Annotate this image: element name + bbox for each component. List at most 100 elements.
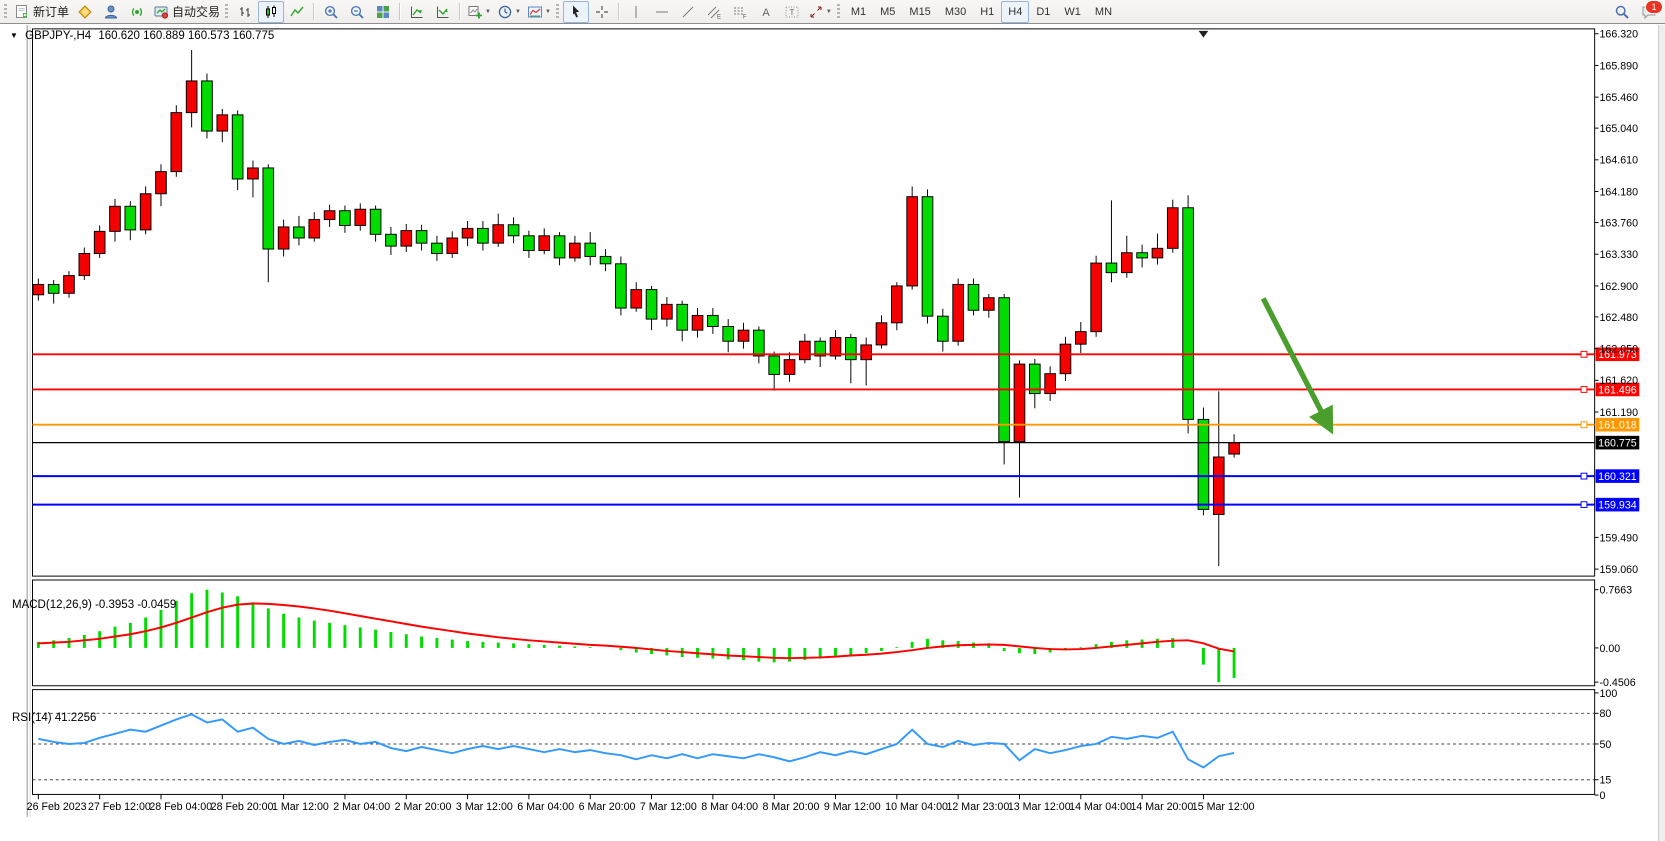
new-order-icon [14,4,30,20]
macd-axis-label: 0.7663 [1600,585,1633,597]
time-axis-label: 28 Feb 20:00 [211,801,274,813]
candle-body [800,341,811,359]
toolbar-grip[interactable] [837,4,840,20]
candle-body [983,298,994,311]
indicator-subwindow-button[interactable] [430,1,456,23]
candle-body [64,276,75,294]
candle-body [355,209,366,225]
candle-body [631,290,642,308]
candle-body [1106,263,1117,273]
last-bar-marker-icon [1199,31,1209,38]
annotation-arrow[interactable] [1263,298,1330,429]
hline-handle[interactable] [1581,387,1587,393]
market-watch-button[interactable] [72,1,98,23]
candle-body [769,356,780,374]
timeframe-button-m1[interactable]: M1 [844,1,873,23]
time-axis-label: 14 Mar 20:00 [1130,801,1193,813]
time-axis-label: 27 Feb 12:00 [88,801,151,813]
text-label-button[interactable]: T [779,1,805,23]
broadcast-button[interactable] [124,1,150,23]
search-button[interactable] [1609,1,1635,23]
price-axis[interactable]: 166.320165.890165.460165.040164.610164.1… [1595,29,1638,576]
timeframe-button-m15[interactable]: M15 [902,1,937,23]
candle-body [171,113,182,172]
timeframe-button-m5[interactable]: M5 [873,1,902,23]
periods-button[interactable]: ▼ [494,1,524,23]
candle-body [1075,332,1086,345]
time-axis-label: 26 Feb 2023 [27,801,87,813]
toolbar-grip[interactable] [225,4,228,20]
timeframe-button-mn[interactable]: MN [1088,1,1119,23]
candle-body [1213,457,1224,515]
broadcast-icon [129,4,145,20]
zoom-in-button[interactable] [318,1,344,23]
candle-body [1014,364,1025,441]
time-axis[interactable]: 26 Feb 202327 Feb 12:0028 Feb 04:0028 Fe… [27,794,1255,813]
candle-body [784,360,795,375]
hline-handle[interactable] [1581,473,1587,479]
cursor-button[interactable] [563,1,589,23]
search-icon [1614,4,1630,20]
candle-body [662,304,673,319]
time-axis-label: 6 Mar 20:00 [579,801,636,813]
zoom-out-button[interactable] [344,1,370,23]
rsi-axis-label: 80 [1600,708,1612,720]
bar-chart-mode-button[interactable] [232,1,258,23]
candlestick-icon [263,4,279,20]
chevron-down-icon: ▼ [515,9,521,15]
auto-trading-button[interactable]: 自动交易 [150,1,223,23]
svg-text:A: A [762,7,770,19]
profiles-button[interactable] [98,1,124,23]
toolbar-grip[interactable] [556,4,559,20]
price-line-label: 161.018 [1598,420,1637,432]
vertical-line-icon [628,4,644,20]
new-chart-button[interactable]: ▼ [464,1,494,23]
candle-body [876,323,887,345]
new-order-button[interactable]: 新订单 [11,1,72,23]
time-axis-label: 28 Feb 04:00 [149,801,212,813]
candle-body [401,231,412,246]
timeframe-button-d1[interactable]: D1 [1029,1,1057,23]
macd-pane: 0.76630.00-0.4506 [38,585,1635,689]
trendline-button[interactable] [675,1,701,23]
time-axis-label: 15 Mar 12:00 [1192,801,1255,813]
line-chart-mode-button[interactable] [284,1,310,23]
candle-body [723,326,734,341]
toolbar-grip[interactable] [4,4,7,20]
indicator-window-button[interactable] [404,1,430,23]
arrows-button[interactable]: ▼ [805,1,835,23]
horizontal-line-button[interactable] [649,1,675,23]
timeframe-button-h4[interactable]: H4 [1001,1,1029,23]
window-right-edge [1658,25,1665,841]
crosshair-button[interactable] [589,1,615,23]
vertical-line-button[interactable] [623,1,649,23]
candle-body [493,225,504,243]
hline-handle[interactable] [1581,502,1587,508]
price-axis-label: 162.050 [1600,343,1639,355]
chevron-down-icon: ▼ [545,9,551,15]
price-chart-canvas[interactable]: 161.973161.496161.018160.775160.321159.9… [0,25,1665,841]
time-axis-label: 3 Mar 12:00 [456,801,513,813]
equidistant-channel-button[interactable]: E [701,1,727,23]
timeframe-button-h1[interactable]: H1 [973,1,1001,23]
cursor-arrow-icon [568,4,584,20]
price-axis-label: 161.620 [1600,375,1639,387]
candlestick-mode-button[interactable] [258,1,284,23]
channel-icon: E [706,4,722,20]
timeframe-button-m30[interactable]: M30 [938,1,973,23]
time-axis-label: 2 Mar 04:00 [333,801,390,813]
notifications-button[interactable]: 1 [1641,4,1657,20]
candle-body [278,227,289,249]
zoom-in-icon [323,4,339,20]
text-button[interactable]: A [753,1,779,23]
price-axis-label: 164.180 [1600,186,1639,198]
templates-button[interactable]: ▼ [524,1,554,23]
chart-collapse-icon[interactable]: ▼ [10,31,18,40]
rsi-line [38,714,1234,767]
candle-body [370,209,381,234]
hline-handle[interactable] [1581,351,1587,357]
fibonacci-button[interactable]: F [727,1,753,23]
timeframe-button-w1[interactable]: W1 [1057,1,1088,23]
hline-handle[interactable] [1581,422,1587,428]
tile-windows-button[interactable] [370,1,396,23]
